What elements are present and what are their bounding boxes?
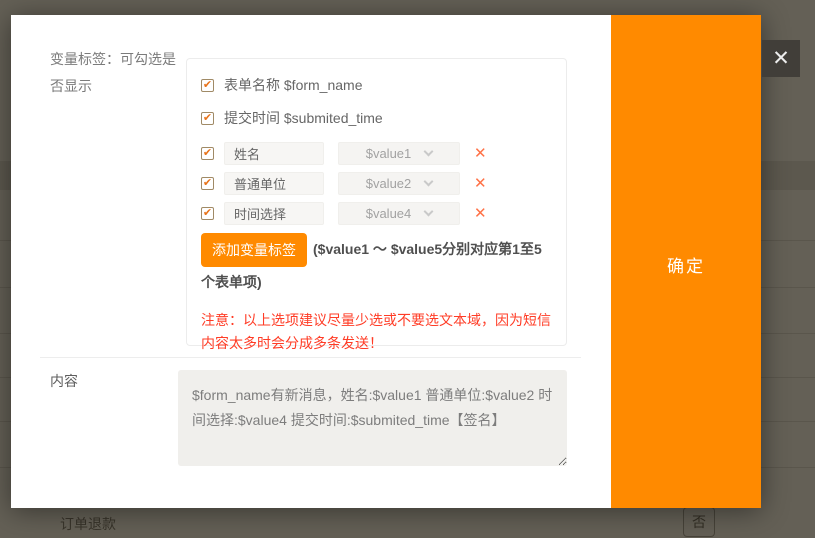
variable-row: ✔ $value1 ✕ [201,142,552,165]
form-name-checkbox[interactable]: ✔ [201,79,214,92]
variable-row-checkbox[interactable]: ✔ [201,177,214,190]
variable-field-input[interactable] [224,142,324,165]
variable-row-checkbox[interactable]: ✔ [201,147,214,160]
close-icon[interactable]: ✕ [762,40,800,77]
form-name-label: 表单名称 $form_name [224,75,362,95]
confirm-button[interactable]: 确定 [611,252,761,277]
section-divider [40,357,581,358]
variable-field-input[interactable] [224,202,324,225]
remove-row-icon[interactable]: ✕ [474,176,487,191]
variable-row-checkbox[interactable]: ✔ [201,207,214,220]
variable-value-select[interactable]: $value4 [338,202,460,225]
chevron-down-icon [424,177,434,187]
chevron-down-icon [424,207,434,217]
remove-row-icon[interactable]: ✕ [474,206,487,221]
variable-tags-box: ✔ 表单名称 $form_name ✔ 提交时间 $submited_time … [186,58,567,346]
variable-tags-section-label: 变量标签：可勾选是否显示 [50,46,188,100]
sms-warning-note: 注意：以上选项建议尽量少选或不要选文本域，因为短信内容太多时会分成多条发送！ [201,309,552,355]
remove-row-icon[interactable]: ✕ [474,146,487,161]
form-name-row: ✔ 表单名称 $form_name [201,76,552,94]
variable-row: ✔ $value4 ✕ [201,202,552,225]
variable-value-select[interactable]: $value1 [338,142,460,165]
submit-time-row: ✔ 提交时间 $submited_time [201,109,552,127]
sms-variable-tags-dialog: 变量标签：可勾选是否显示 ✔ 表单名称 $form_name ✔ 提交时间 $s… [11,15,761,508]
variable-value-select[interactable]: $value2 [338,172,460,195]
sms-content-textarea[interactable]: $form_name有新消息，姓名:$value1 普通单位:$value2 时… [178,370,567,466]
variable-row: ✔ $value2 ✕ [201,172,552,195]
confirm-side-panel: 确定 [611,15,761,508]
submit-time-checkbox[interactable]: ✔ [201,112,214,125]
variable-value-selected: $value2 [366,176,412,191]
variable-field-input[interactable] [224,172,324,195]
chevron-down-icon [424,147,434,157]
add-variable-tag-button[interactable]: 添加变量标签 [201,233,307,267]
dialog-content: 变量标签：可勾选是否显示 ✔ 表单名称 $form_name ✔ 提交时间 $s… [11,15,611,508]
content-section-label: 内容 [50,371,78,391]
variable-value-selected: $value4 [366,206,412,221]
add-variable-row: 添加变量标签($value1 ～ $value5分别对应第1至5个表单项) [201,233,552,298]
submit-time-label: 提交时间 $submited_time [224,108,383,128]
variable-value-selected: $value1 [366,146,412,161]
